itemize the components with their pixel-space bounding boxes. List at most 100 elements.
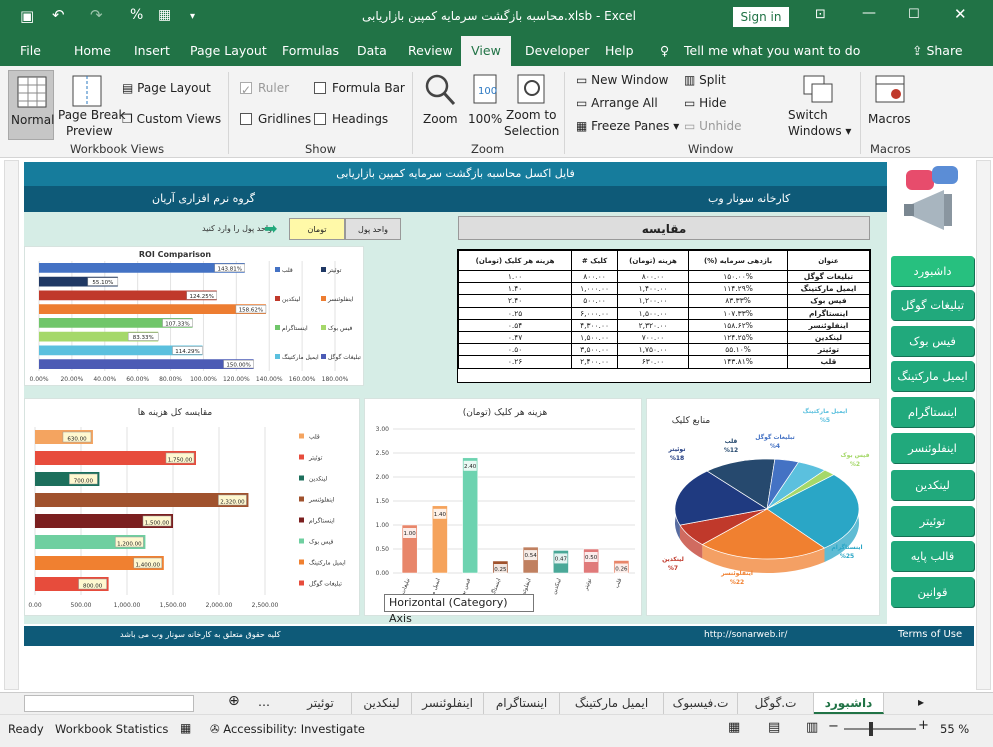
nav-rules[interactable]: قوانین [891, 577, 974, 607]
hide-button[interactable]: ▭ Hide [684, 96, 727, 110]
vertical-scrollbar[interactable] [4, 160, 19, 690]
zoom-selection-icon [517, 74, 545, 104]
normal-view-button[interactable]: Normal [8, 70, 54, 140]
nav-influencer[interactable]: اینفلوئنسر [891, 433, 974, 463]
cpc-chart-panel[interactable]: هزینه هر کلیک (تومان) 0.00 0.50 1.00 1.50 2.0… [364, 398, 642, 616]
minimize-icon[interactable]: — [862, 5, 876, 21]
tab-file[interactable]: File [20, 43, 41, 58]
sheet-tab-twitter[interactable]: توئیتر [290, 693, 352, 714]
maximize-icon[interactable]: ☐ [908, 7, 920, 22]
nav-linkedin[interactable]: لینکدین [891, 470, 974, 500]
page-break-preview-button[interactable]: Page Break Preview [58, 70, 125, 140]
data-label: 55.10% [92, 280, 113, 286]
tab-developer[interactable]: Developer [525, 43, 589, 58]
zoom-to-label: Zoom to [506, 108, 557, 122]
undo-icon[interactable]: ↶ [52, 6, 65, 24]
nav-instagram[interactable]: اینستاگرام [891, 397, 974, 427]
data-label: 0.50 [585, 555, 598, 561]
workbook-statistics[interactable]: Workbook Statistics [55, 722, 168, 736]
accessibility-status[interactable]: ✇ Accessibility: Investigate [210, 722, 365, 736]
page-layout-button[interactable]: ▤ Page Layout [122, 81, 211, 95]
sheet-tab-linkedin[interactable]: لینکدین [352, 693, 412, 714]
tab-formulas[interactable]: Formulas [282, 43, 339, 58]
zoom-out-icon[interactable]: − [828, 719, 839, 734]
close-icon[interactable]: ✕ [954, 5, 967, 23]
save-icon[interactable]: ▣ [20, 7, 34, 25]
calculator-icon[interactable]: ▦ [158, 7, 171, 23]
zoom-button[interactable]: Zoom [420, 70, 460, 140]
footer-url[interactable]: http://sonarweb.ir/ [704, 630, 787, 640]
pie-chart-panel[interactable]: منابع کلیک ایمیل مارکتینگ %5 فیس بوک %2 اینست… [646, 398, 880, 616]
normal-view-status-icon[interactable]: ▦ [728, 720, 740, 735]
normal-view-icon [17, 76, 47, 108]
zoom-in-icon[interactable]: + [918, 718, 929, 733]
nav-dashboard[interactable]: داشبورد [891, 256, 974, 286]
nav-twitter[interactable]: توئیتر [891, 506, 974, 536]
headings-checkbox[interactable]: Headings [314, 112, 388, 126]
tab-review[interactable]: Review [408, 43, 453, 58]
table-cell: ایمیل مارکتینگ [786, 282, 871, 296]
scroll-tabs-right-icon[interactable]: ▸ [918, 695, 924, 709]
nav-google-ads[interactable]: تبلیغات گوگل [891, 290, 974, 320]
split-button[interactable]: ▥ Split [684, 73, 726, 87]
sheet-tab-google[interactable]: ت.گوگل [738, 693, 814, 714]
custom-views-button[interactable]: ❐ Custom Views [122, 112, 221, 126]
more-sheets-icon[interactable]: … [258, 695, 270, 709]
table-row: تبلیغات گوگل ۱۵۰.۰۰% ۸۰۰.۰۰ ۸۰۰.۰۰ ۱.۰۰ [457, 269, 871, 284]
zoom-slider-thumb[interactable] [869, 722, 873, 736]
tab-home[interactable]: Home [74, 43, 111, 58]
new-window-button[interactable]: ▭ New Window [576, 73, 668, 87]
macros-button[interactable]: Macros [866, 70, 916, 140]
nav-email-marketing[interactable]: ایمیل مارکتینگ [891, 361, 974, 391]
x-tick-label: 180.00% [322, 376, 349, 383]
right-scrollbar[interactable] [976, 160, 991, 690]
zoom-100-button[interactable]: 100 100% [464, 70, 504, 140]
tab-view[interactable]: View [461, 36, 511, 66]
sheet-tab-facebook[interactable]: ت.فیسبوک [664, 693, 738, 714]
tab-data[interactable]: Data [357, 43, 387, 58]
add-sheet-icon[interactable]: ⊕ [228, 693, 240, 709]
page-break-status-icon[interactable]: ▥ [806, 720, 818, 735]
ribbon-display-icon[interactable]: ⊡ [815, 7, 826, 22]
horizontal-scrollbar[interactable] [24, 695, 194, 712]
pie-value: %12 [724, 447, 738, 454]
zoom-to-selection-button[interactable]: Zoom to Selection [504, 70, 559, 140]
x-tick-label: 2,000.00 [206, 602, 233, 609]
sign-in-button[interactable]: Sign in [733, 7, 789, 27]
tab-page-layout[interactable]: Page Layout [190, 43, 267, 58]
formula-bar-checkbox[interactable]: Formula Bar [314, 81, 405, 95]
customize-toolbar-icon[interactable]: ▾ [190, 11, 195, 22]
tell-me-input[interactable]: Tell me what you want to do [684, 43, 860, 58]
statistics-icon[interactable]: ▦ [180, 721, 191, 735]
gridlines-checkbox[interactable]: Gridlines [240, 112, 311, 126]
zoom-level[interactable]: 55 % [940, 722, 969, 736]
tab-insert[interactable]: Insert [134, 43, 170, 58]
zoom-slider[interactable] [844, 728, 916, 730]
table-cell: ۱,۴۰۰.۰۰ [616, 282, 690, 296]
page-layout-status-icon[interactable]: ▤ [768, 720, 780, 735]
nav-template[interactable]: قالب پایه [891, 541, 974, 571]
sheet-tab-influencer[interactable]: اینفلوئنسر [412, 693, 484, 714]
data-label: 700.00 [74, 479, 94, 485]
tab-help[interactable]: Help [605, 43, 634, 58]
x-tick-label: 20.00% [60, 376, 83, 383]
switch-windows-button[interactable]: Switch Windows ▾ [786, 70, 851, 140]
sheet-tab-instagram[interactable]: اینستاگرام [484, 693, 560, 714]
nav-facebook[interactable]: فیس بوک [891, 326, 974, 356]
roi-chart-panel[interactable]: ROI Comparison 0.00% 20.00% 40.00% 60.00% 80.… [24, 246, 364, 386]
sheet-tab-email[interactable]: ایمیل مارکتینگ [560, 693, 664, 714]
pie-label: توئیتر [668, 446, 686, 453]
table-cell: ۴,۳۰۰.۰۰ [571, 318, 618, 332]
currency-input[interactable]: تومان [289, 218, 345, 240]
group-name: گروه نرم افزاری آریان [152, 192, 256, 205]
share-button[interactable]: ⇪ Share [912, 43, 963, 58]
sheet-bottom-gap [24, 648, 976, 658]
pie-label: ایمیل مارکتینگ [803, 407, 848, 415]
lightbulb-icon: ♀ [660, 43, 670, 58]
sheet-tab-dashboard[interactable]: داشبورد [814, 693, 884, 714]
terms-link[interactable]: Terms of Use [898, 629, 962, 640]
percent-icon[interactable]: % [130, 7, 143, 23]
freeze-panes-button[interactable]: ▦ Freeze Panes ▾ [576, 119, 679, 133]
cost-chart-panel[interactable]: مقایسه کل هزینه ها 0.00 500.00 1,000.00 1,50… [24, 398, 360, 616]
arrange-all-button[interactable]: ▭ Arrange All [576, 96, 658, 110]
